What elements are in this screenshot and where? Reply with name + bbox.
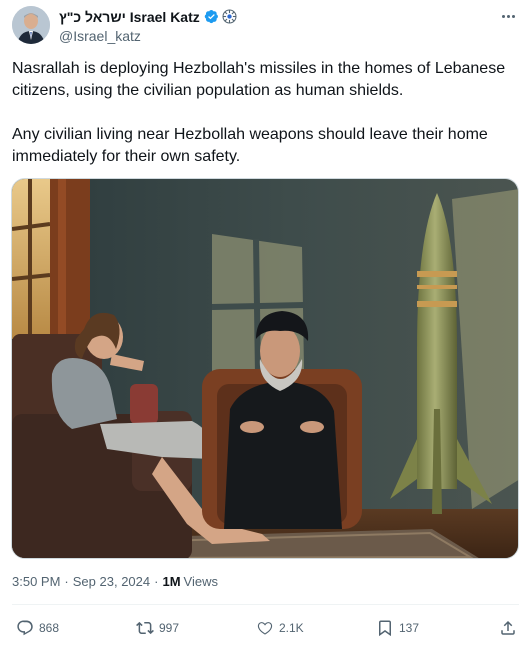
tweet-time[interactable]: 3:50 PM	[12, 574, 60, 589]
share-icon	[501, 620, 515, 635]
reply-icon	[17, 620, 33, 636]
meta-separator: ·	[64, 574, 69, 589]
bookmark-icon	[379, 620, 391, 637]
divider	[12, 604, 519, 605]
tweet-header: ישראל כ"ץ Israel Katz @Israel_katz	[12, 6, 519, 46]
views-label: Views	[183, 574, 218, 589]
action-bar: 868 997 2.1K 137	[12, 614, 519, 642]
like-button[interactable]: 2.1K	[256, 614, 304, 642]
repost-icon	[136, 621, 154, 635]
reply-count: 868	[39, 621, 60, 635]
government-badge-icon	[222, 9, 237, 24]
meta-separator: ·	[154, 574, 159, 589]
like-count: 2.1K	[279, 621, 304, 635]
tweet-paragraph: Any civilian living near Hezbollah weapo…	[12, 126, 488, 165]
repost-count: 997	[159, 621, 180, 635]
tweet-paragraph: Nasrallah is deploying Hezbollah's missi…	[12, 60, 506, 99]
tweet-text: Nasrallah is deploying Hezbollah's missi…	[12, 58, 517, 168]
bookmark-count: 137	[399, 621, 420, 635]
author-handle[interactable]: @Israel_katz	[59, 28, 237, 44]
tweet-image[interactable]	[11, 178, 519, 559]
repost-button[interactable]: 997	[136, 614, 179, 642]
bookmark-button[interactable]: 137	[376, 614, 419, 642]
reply-button[interactable]: 868	[16, 614, 59, 642]
tweet-meta: 3:50 PM · Sep 23, 2024 · 1M Views	[12, 574, 218, 589]
author-names: ישראל כ"ץ Israel Katz @Israel_katz	[59, 8, 237, 44]
share-button[interactable]	[499, 614, 522, 642]
verified-badge-icon	[204, 9, 219, 24]
views-count: 1M	[162, 574, 181, 589]
avatar[interactable]	[12, 6, 50, 44]
author-display-name[interactable]: ישראל כ"ץ Israel Katz	[59, 9, 200, 25]
more-options-icon[interactable]	[497, 9, 519, 23]
tweet-date[interactable]: Sep 23, 2024	[73, 574, 150, 589]
like-icon	[257, 622, 273, 635]
